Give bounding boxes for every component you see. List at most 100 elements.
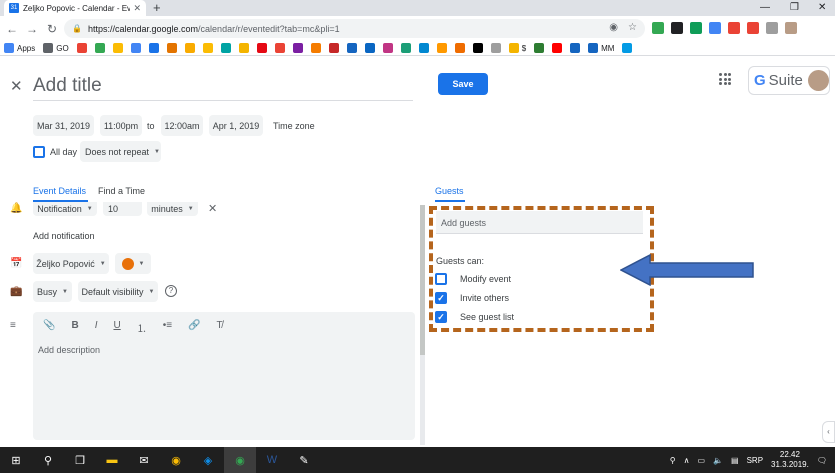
bookmark-item[interactable]	[552, 43, 563, 53]
bookmark-item[interactable]	[184, 43, 195, 53]
bookmark-item[interactable]	[274, 43, 285, 53]
calendar-owner-dropdown[interactable]: Željko Popović ▼	[33, 253, 109, 274]
extension-icon[interactable]	[652, 22, 664, 34]
file-explorer-icon[interactable]: ▬	[96, 447, 128, 473]
bold-icon[interactable]: B	[71, 320, 78, 335]
bookmark-item[interactable]	[570, 43, 581, 53]
help-icon[interactable]: ?	[165, 285, 177, 297]
save-button[interactable]: Save	[438, 73, 488, 95]
chrome-icon[interactable]: ◉	[160, 447, 192, 473]
extension-icon[interactable]	[709, 22, 721, 34]
language-indicator[interactable]: SRP	[747, 456, 763, 465]
teamviewer-icon[interactable]: ◈	[192, 447, 224, 473]
bookmark-item[interactable]	[256, 43, 267, 53]
timezone-link[interactable]: Time zone	[273, 121, 315, 131]
italic-icon[interactable]: I	[95, 320, 98, 335]
mail-icon[interactable]: ✉	[128, 447, 160, 473]
notifications-icon[interactable]: 🗨	[817, 456, 827, 465]
extension-icon[interactable]	[728, 22, 740, 34]
word-icon[interactable]: W	[256, 447, 288, 473]
system-clock[interactable]: 22.42 31.3.2019.	[771, 450, 809, 470]
windows-start-icon[interactable]: ⊞	[0, 447, 32, 473]
bookmark-item[interactable]	[76, 43, 87, 53]
notification-type-dropdown[interactable]: Notification ▼	[33, 202, 97, 216]
bookmark-item[interactable]	[148, 43, 159, 53]
maximize-icon[interactable]: ❐	[790, 0, 799, 15]
repeat-dropdown[interactable]: Does not repeat ▼	[80, 141, 161, 162]
extension-icon[interactable]	[766, 22, 778, 34]
bookmark-item[interactable]	[400, 43, 411, 53]
extension-icon[interactable]	[671, 22, 683, 34]
battery-icon[interactable]: ▭	[697, 456, 705, 465]
extension-icon[interactable]	[690, 22, 702, 34]
start-time-chip[interactable]: 11:00pm	[100, 115, 142, 136]
busy-dropdown[interactable]: Busy ▼	[33, 281, 72, 302]
bookmark-item[interactable]: $	[508, 43, 526, 53]
bookmark-item[interactable]	[112, 43, 123, 53]
bookmark-item[interactable]	[292, 43, 303, 53]
location-icon[interactable]: ◉	[609, 22, 618, 33]
all-day-checkbox[interactable]	[33, 146, 45, 158]
forward-icon[interactable]: →	[22, 22, 42, 36]
chrome-active-icon[interactable]: ◉	[224, 447, 256, 473]
numbered-list-icon[interactable]: ⒈	[137, 320, 147, 335]
bookmark-item[interactable]	[94, 43, 105, 53]
people-icon[interactable]: ⚲	[670, 456, 676, 465]
search-icon[interactable]: ⚲	[32, 447, 64, 473]
google-apps-icon[interactable]	[719, 73, 731, 85]
attachment-icon[interactable]: 📎	[43, 320, 55, 335]
bookmark-item[interactable]	[346, 43, 357, 53]
bookmark-item[interactable]	[418, 43, 429, 53]
address-bar[interactable]: 🔒 https://calendar.google.com/calendar/r…	[64, 19, 645, 38]
bookmark-item[interactable]: MM	[588, 43, 614, 53]
bookmark-item[interactable]	[328, 43, 339, 53]
add-notification-link[interactable]: Add notification	[33, 231, 95, 241]
paint-icon[interactable]: ✎	[288, 447, 320, 473]
bookmark-item[interactable]	[202, 43, 213, 53]
bookmark-item[interactable]	[534, 43, 545, 53]
new-tab-icon[interactable]: +	[153, 0, 161, 15]
end-time-chip[interactable]: 12:00am	[161, 115, 203, 136]
reload-icon[interactable]: ↻	[42, 22, 62, 36]
bookmark-item[interactable]: GO	[43, 43, 69, 53]
notification-value-input[interactable]: 10	[103, 202, 142, 216]
gsuite-account[interactable]: G Suite	[748, 66, 830, 95]
underline-icon[interactable]: U	[113, 320, 120, 335]
bookmark-item[interactable]	[622, 43, 633, 53]
bookmark-item[interactable]	[310, 43, 321, 53]
bookmark-item[interactable]	[166, 43, 177, 53]
side-panel-toggle-icon[interactable]: ‹	[822, 421, 835, 443]
extension-icon[interactable]	[747, 22, 759, 34]
tab-event-details[interactable]: Event Details	[33, 186, 86, 196]
visibility-dropdown[interactable]: Default visibility ▼	[78, 281, 158, 302]
tab-close-icon[interactable]: ✕	[133, 3, 141, 14]
bookmark-item[interactable]	[238, 43, 249, 53]
event-color-dropdown[interactable]: ▼	[115, 253, 151, 274]
back-icon[interactable]: ←	[2, 22, 22, 36]
notification-unit-dropdown[interactable]: minutes ▼	[147, 202, 198, 216]
network-icon[interactable]: ▤	[731, 456, 739, 465]
close-icon[interactable]: ✕	[10, 77, 23, 95]
remove-notification-icon[interactable]: ✕	[208, 202, 217, 215]
bookmark-item[interactable]	[454, 43, 465, 53]
remove-formatting-icon[interactable]: T̸	[217, 320, 223, 335]
start-date-chip[interactable]: Mar 31, 2019	[33, 115, 94, 136]
volume-icon[interactable]: 🔈	[713, 456, 723, 465]
bookmark-item[interactable]: Apps	[4, 43, 35, 53]
tab-find-a-time[interactable]: Find a Time	[98, 186, 145, 196]
scrollbar-thumb[interactable]	[420, 205, 425, 355]
event-title-input[interactable]: Add title	[33, 72, 413, 101]
link-icon[interactable]: 🔗	[188, 320, 200, 335]
bookmark-item[interactable]	[220, 43, 231, 53]
window-close-icon[interactable]: ✕	[818, 0, 826, 15]
bookmark-item[interactable]	[382, 43, 393, 53]
bookmark-star-icon[interactable]: ☆	[628, 22, 637, 33]
bulleted-list-icon[interactable]: •≡	[163, 320, 172, 335]
task-view-icon[interactable]: ❒	[64, 447, 96, 473]
bookmark-item[interactable]	[490, 43, 501, 53]
minimize-icon[interactable]: —	[760, 0, 770, 15]
bookmark-item[interactable]	[364, 43, 375, 53]
chevron-up-icon[interactable]: ∧	[684, 456, 690, 465]
extension-icon[interactable]	[785, 22, 797, 34]
bookmark-item[interactable]	[436, 43, 447, 53]
